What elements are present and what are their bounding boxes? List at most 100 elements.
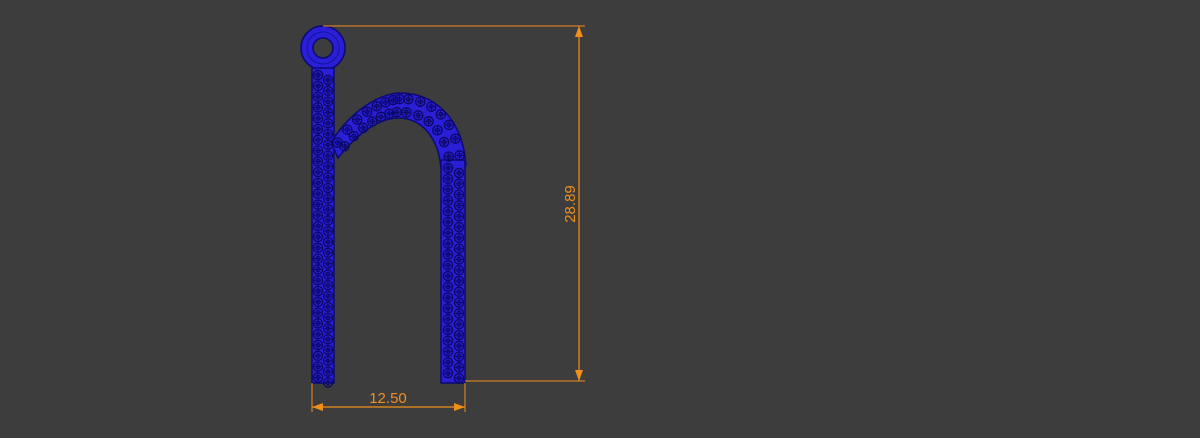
pave-stone [453,286,465,298]
pave-stone [442,249,454,260]
pave-stone [423,116,434,127]
pave-stone [442,335,454,347]
pave-stone [312,123,324,135]
bail-ring[interactable] [300,25,346,71]
pave-stone [312,372,324,383]
pave-stone [401,107,412,118]
pave-stone [312,231,324,243]
pave-stone [322,269,334,280]
viewport-canvas[interactable]: 28.89 12.50 [0,0,1200,433]
pave-stone [361,106,373,118]
pave-stone [403,94,414,105]
pave-stone [312,264,324,275]
pave-stone [322,139,334,151]
pave-stone [443,119,455,131]
pave-stone [348,130,360,142]
pave-stone [312,166,324,178]
pave-stone [322,344,334,356]
pave-stone [322,258,334,269]
pave-stone [415,96,426,107]
pave-stone [312,102,324,113]
pave-stone [322,215,334,226]
height-dimension-label: 28.89 [562,185,579,223]
pave-stone [312,242,324,254]
pave-stone [312,80,324,92]
pave-stone [312,91,324,102]
height-arrow-top [575,26,583,37]
pave-stone [453,264,465,276]
pave-stone [442,346,454,357]
pave-stone [432,124,443,136]
pave-stone [322,279,334,291]
pave-stone [312,156,324,167]
pave-stone [442,259,454,271]
pave-stone [312,285,324,297]
pave-stone [312,307,324,318]
pave-stone [322,204,334,215]
pave-stone [453,167,465,179]
pave-stone [453,308,465,319]
pave-stone [322,85,334,97]
pave-stone [442,238,454,249]
pave-stone [453,297,465,308]
pave-stone [442,173,454,185]
pave-stone [322,236,334,248]
pave-stone [322,355,334,367]
pave-stone [322,171,334,183]
width-arrow-left [312,403,323,411]
pave-stone [322,107,334,118]
pave-stone [312,339,324,351]
pave-stone [442,184,454,195]
pave-stone [322,312,334,323]
pave-stone [453,340,465,352]
pendant-letter-model[interactable] [300,25,467,388]
pave-stone [322,247,334,259]
pave-stone [442,195,454,206]
pave-stone [442,205,454,217]
pave-stone [312,296,324,308]
pave-stone [351,114,363,125]
pave-stone [322,323,334,334]
pave-stone [453,210,465,222]
pave-stone [322,290,334,302]
pave-stone [322,225,334,237]
pave-stone [453,178,465,190]
pave-stone [442,367,454,379]
pave-stone [322,377,334,388]
pave-stone [438,136,450,148]
pave-stone [312,318,324,329]
pave-stone [442,216,454,228]
pave-stone [442,270,454,282]
pave-stone [312,69,324,81]
pave-stone [312,177,324,189]
pave-stone [357,122,369,134]
pave-stone [312,361,324,372]
pave-stone [312,199,324,210]
pave-stone [312,328,324,340]
pave-stone [453,200,465,211]
pave-stone [394,93,405,105]
pave-stone [371,100,382,112]
pave-stone [442,313,454,325]
pave-stone [322,193,334,205]
pave-stone [442,162,454,174]
pave-stone [312,210,324,221]
pave-stone [322,366,334,377]
pave-stone [322,150,334,161]
height-arrow-bottom [575,370,583,381]
pave-stone [442,281,454,293]
pave-stone [322,301,334,313]
width-dimension-label: 12.50 [369,390,407,407]
pave-stone [453,329,465,341]
cad-viewport[interactable]: 28.89 12.50 [0,0,1200,433]
pave-stone [443,151,454,162]
pave-stone [442,303,454,314]
pave-stone [312,134,324,146]
pave-stone [367,116,378,127]
pave-stone [442,227,454,239]
pave-stone [453,254,465,265]
pave-stone [322,128,334,140]
pave-stone [322,161,334,172]
pave-stone [453,243,465,254]
pave-stone [453,232,465,244]
